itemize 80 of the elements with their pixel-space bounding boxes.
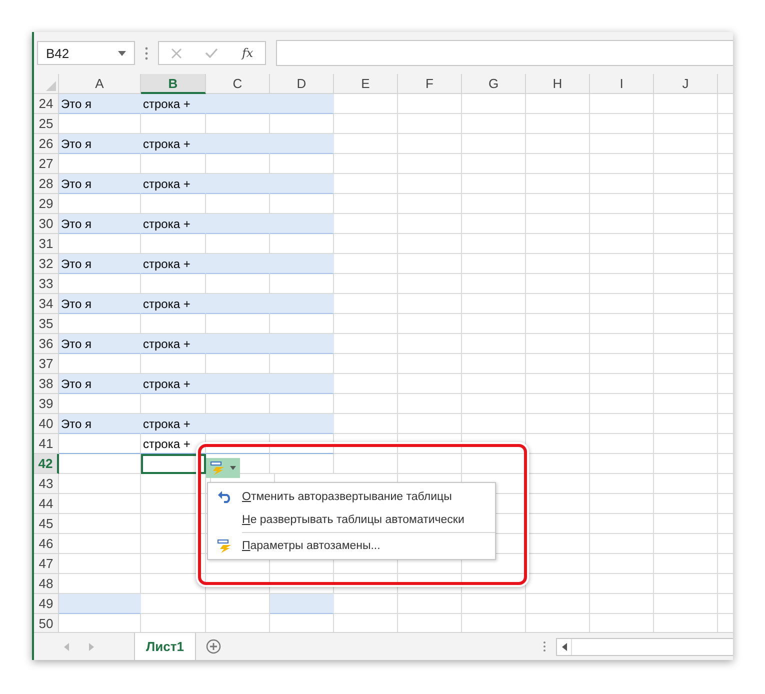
row-header[interactable]: 40 — [34, 414, 59, 434]
autocorrect-options-button[interactable] — [206, 458, 240, 478]
next-sheet-icon[interactable] — [89, 642, 94, 650]
table-cell: Это я — [59, 94, 141, 114]
table-cell: строка + — [141, 294, 206, 314]
cancel-icon[interactable] — [170, 48, 182, 58]
formula-input[interactable] — [276, 40, 733, 66]
table-cell: строка + — [141, 414, 206, 434]
table-cell: строка + — [141, 174, 206, 194]
row-header[interactable]: 44 — [34, 494, 59, 514]
menu-item[interactable]: Отменить авторазвертывание таблицы — [208, 485, 495, 508]
row-header[interactable]: 30 — [34, 214, 59, 234]
column-header[interactable]: B — [141, 74, 206, 94]
column-header[interactable] — [718, 74, 733, 94]
row-header[interactable]: 48 — [34, 574, 59, 594]
table-cell: Это я — [59, 374, 141, 394]
grip-icon — [543, 641, 546, 652]
previous-sheet-icon[interactable] — [64, 642, 69, 650]
sheet-tab[interactable]: Лист1 — [134, 633, 196, 660]
horizontal-scrollbar[interactable] — [556, 638, 733, 656]
row-header[interactable]: 25 — [34, 114, 59, 134]
table-cell: строка + — [141, 214, 206, 234]
table-cell: строка + — [141, 134, 206, 154]
undo-icon — [218, 490, 232, 502]
table-cell: Это я — [59, 254, 141, 274]
table-cell: Это я — [59, 134, 141, 154]
column-header[interactable]: E — [334, 74, 398, 94]
autocorrect-icon — [210, 461, 226, 475]
column-header[interactable]: F — [398, 74, 462, 94]
row-header[interactable]: 36 — [34, 334, 59, 354]
table-cell: строка + — [141, 94, 206, 114]
column-header[interactable]: I — [590, 74, 654, 94]
row-header[interactable]: 28 — [34, 174, 59, 194]
caret-icon — [230, 466, 236, 470]
table-cell: строка + — [141, 254, 206, 274]
grip-icon — [145, 46, 148, 60]
table-cell: Это я — [59, 214, 141, 234]
row-header[interactable]: 29 — [34, 194, 59, 214]
row-header[interactable]: 39 — [34, 394, 59, 414]
name-box[interactable]: B42 — [37, 41, 135, 65]
column-header[interactable]: H — [526, 74, 590, 94]
row-header[interactable]: 33 — [34, 274, 59, 294]
table-cell: Это я — [59, 414, 141, 434]
table-cell: строка + — [141, 334, 206, 354]
row-header[interactable]: 50 — [34, 614, 59, 632]
column-header[interactable]: G — [462, 74, 526, 94]
menu-item[interactable]: Не развертывать таблицы автоматически — [208, 508, 495, 531]
table-cell: строка + — [141, 374, 206, 394]
row-header[interactable]: 46 — [34, 534, 59, 554]
column-header[interactable]: A — [59, 74, 141, 94]
autocorrect-icon — [217, 538, 233, 552]
column-header[interactable]: J — [654, 74, 718, 94]
table-cell: Это я — [59, 174, 141, 194]
add-sheet-icon[interactable] — [206, 639, 221, 654]
column-header[interactable]: D — [270, 74, 334, 94]
row-header[interactable]: 37 — [34, 354, 59, 374]
scroll-left-icon[interactable] — [562, 642, 566, 650]
column-header[interactable]: C — [206, 74, 270, 94]
row-header[interactable]: 42 — [34, 454, 59, 474]
row-header[interactable]: 35 — [34, 314, 59, 334]
row-header[interactable]: 26 — [34, 134, 59, 154]
row-header[interactable]: 43 — [34, 474, 59, 494]
triangle-icon — [46, 81, 56, 91]
row-header[interactable]: 31 — [34, 234, 59, 254]
row-header[interactable]: 45 — [34, 514, 59, 534]
select-all-button[interactable] — [34, 74, 59, 94]
menu-item[interactable]: Параметры автозамены... — [208, 534, 495, 557]
row-header[interactable]: 38 — [34, 374, 59, 394]
row-header[interactable]: 34 — [34, 294, 59, 314]
row-header[interactable]: 27 — [34, 154, 59, 174]
row-header[interactable]: 24 — [34, 94, 59, 114]
row-header[interactable]: 41 — [34, 434, 59, 454]
table-cell: Это я — [59, 334, 141, 354]
table-cell: строка + — [141, 434, 206, 454]
row-header[interactable]: 47 — [34, 554, 59, 574]
row-header[interactable]: 49 — [34, 594, 59, 614]
row-header[interactable]: 32 — [34, 254, 59, 274]
table-cell: Это я — [59, 294, 141, 314]
insert-function-button[interactable]: fx — [242, 46, 254, 60]
check-icon[interactable] — [205, 48, 218, 58]
